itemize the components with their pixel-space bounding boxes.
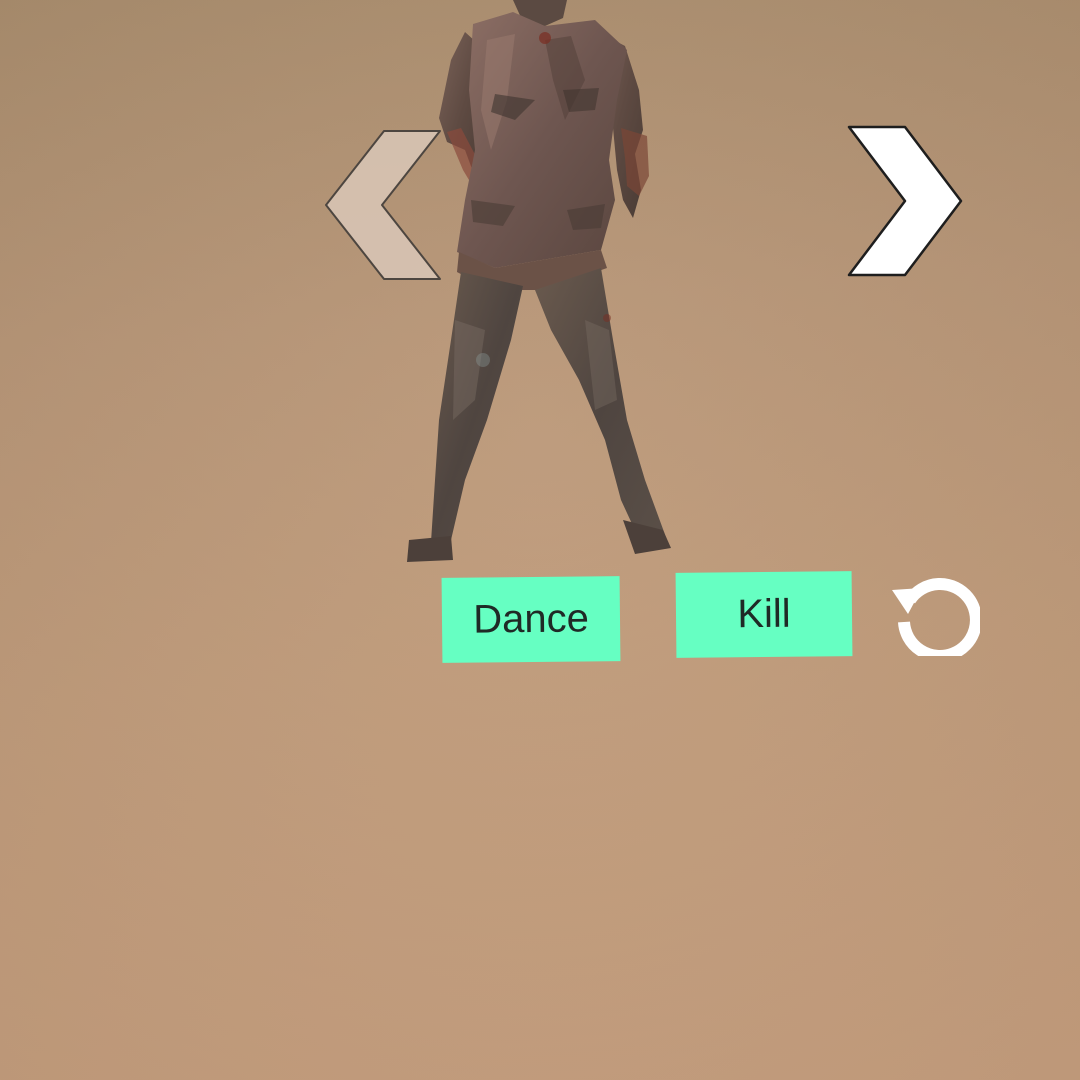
- dance-button[interactable]: Dance: [441, 576, 621, 663]
- chevron-left-icon[interactable]: [322, 128, 444, 282]
- dance-button-label: Dance: [472, 596, 590, 642]
- reset-icon[interactable]: [888, 568, 980, 656]
- zombie-character: [407, 0, 671, 562]
- kill-button[interactable]: Kill: [675, 571, 853, 658]
- game-viewport: Dance Kill: [0, 0, 1080, 1080]
- chevron-right-icon[interactable]: [843, 124, 965, 278]
- kill-button-label: Kill: [737, 591, 791, 637]
